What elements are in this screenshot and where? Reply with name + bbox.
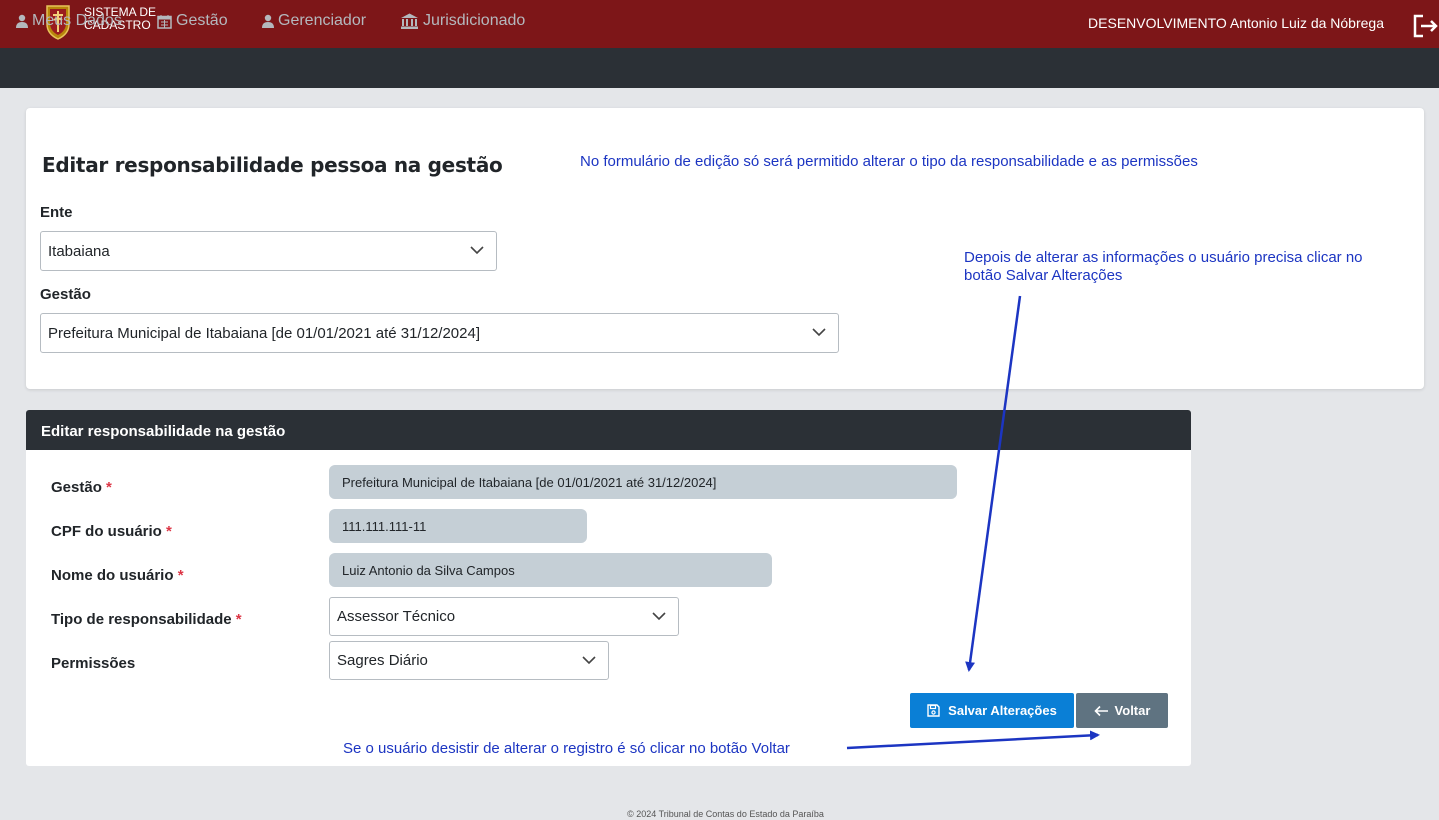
back-label: Voltar [1114,703,1151,718]
chevron-down-icon [582,655,596,664]
nav-meus-dados[interactable]: Meus Dados [16,12,122,30]
annotation-save-info: Depois de alterar as informações o usuár… [964,249,1363,284]
field-label-cpf: CPF do usuário * [51,523,172,540]
page-title: Editar responsabilidade pessoa na gestão [42,153,503,177]
permissoes-select[interactable]: Sagres Diário [329,641,609,680]
gestao-label: Gestão [40,286,91,303]
gestao-value: Prefeitura Municipal de Itabaiana [de 01… [48,324,480,342]
ente-value: Itabaiana [48,242,110,260]
save-button[interactable]: Salvar Alterações [910,693,1074,728]
annotation-edit-info: No formulário de edição só será permitid… [580,153,1198,170]
save-label: Salvar Alterações [948,703,1057,718]
main-nav [0,48,1439,88]
nav-label: Jurisdicionado [423,12,526,29]
chevron-down-icon [812,328,826,337]
annotation-back-info: Se o usuário desistir de alterar o regis… [343,740,790,757]
arrow-left-icon [1093,705,1108,716]
ente-label: Ente [40,204,73,221]
user-icon [16,14,28,28]
edit-form-title: Editar responsabilidade na gestão [41,423,286,440]
cpf-readonly-field: 111.111.111-11 [329,509,587,543]
nav-gerenciador[interactable]: Gerenciador [262,12,366,30]
footer-text: © 2024 Tribunal de Contas do Estado da P… [627,809,824,819]
field-label-permissoes: Permissões [51,655,136,672]
gestao-readonly-field: Prefeitura Municipal de Itabaiana [de 01… [329,465,957,499]
nome-readonly-field: Luiz Antonio da Silva Campos [329,553,772,587]
nav-label: Gestão [176,12,228,29]
user-icon [262,14,274,28]
nav-label: Gerenciador [278,12,367,29]
gestao-select[interactable]: Prefeitura Municipal de Itabaiana [de 01… [40,313,839,353]
save-icon [927,704,940,717]
field-label-tipo: Tipo de responsabilidade * [51,611,242,628]
nav-jurisdicionado[interactable]: Jurisdicionado [400,12,525,30]
field-label-gestao: Gestão * [51,479,112,496]
chevron-down-icon [470,246,484,255]
back-button[interactable]: Voltar [1076,693,1168,728]
bank-icon [401,13,418,29]
tipo-responsabilidade-select[interactable]: Assessor Técnico [329,597,679,636]
ente-select[interactable]: Itabaiana [40,231,497,271]
nav-label: Meus Dados [32,12,122,29]
field-label-nome: Nome do usuário * [51,567,184,584]
user-label: DESENVOLVIMENTO Antonio Luiz da Nóbrega [1088,15,1384,31]
chevron-down-icon [652,611,666,620]
logout-icon[interactable] [1411,12,1439,40]
permissoes-value: Sagres Diário [337,652,428,669]
tipo-value: Assessor Técnico [337,608,456,625]
calendar-icon [157,14,172,29]
nav-gestao[interactable]: Gestão [157,12,228,30]
